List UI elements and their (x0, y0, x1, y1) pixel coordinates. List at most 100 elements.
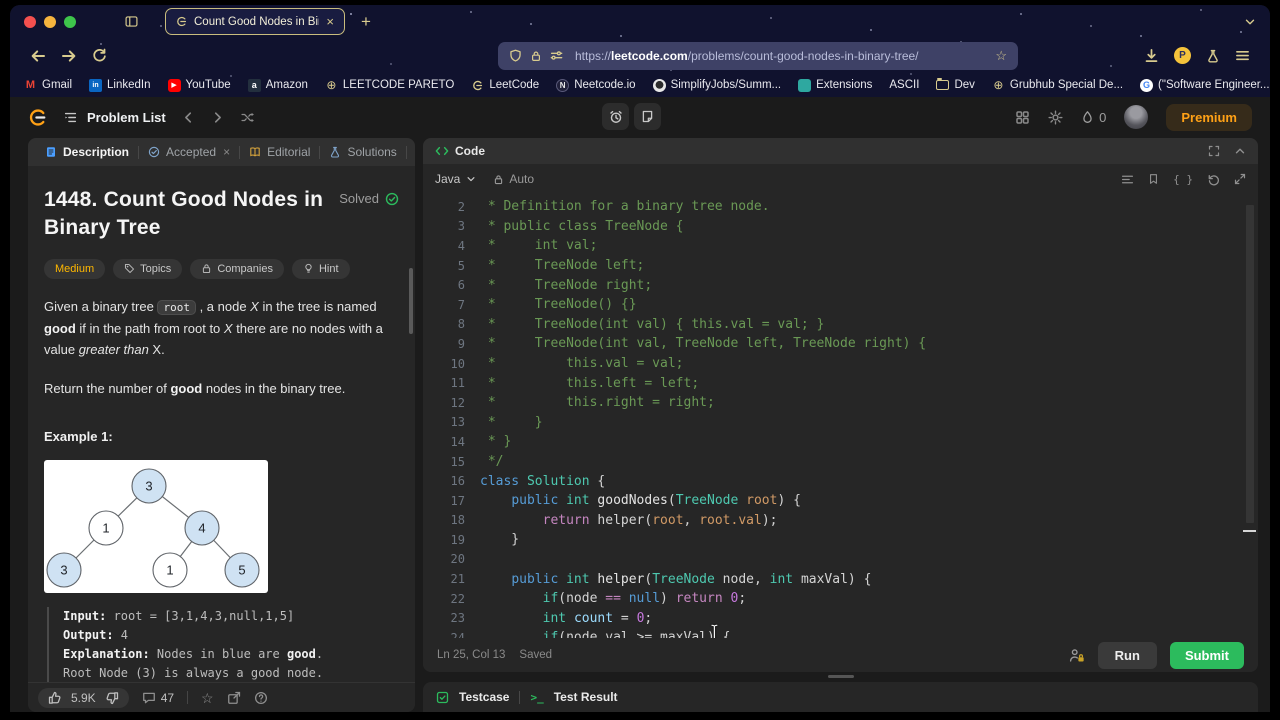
tab-description[interactable]: Description (36, 145, 138, 159)
bookmark-icon[interactable] (1148, 173, 1159, 185)
submit-button[interactable]: Submit (1169, 641, 1244, 669)
timer-button[interactable] (602, 103, 629, 130)
bookmark-item[interactable]: ⊕ LEETCODE PARETO (325, 78, 454, 92)
bookmark-item[interactable]: N Neetcode.io (556, 78, 636, 92)
code-line[interactable]: 22 if(node == null) return 0; (423, 589, 1258, 609)
downloads-icon[interactable] (1144, 48, 1159, 63)
bookmark-item[interactable]: G ("Software Engineer... (1140, 78, 1270, 92)
notes-button[interactable] (634, 103, 661, 130)
url-text[interactable]: https://leetcode.com/problems/count-good… (575, 49, 987, 63)
bookmark-item[interactable]: ▶ YouTube (167, 78, 231, 92)
code-line[interactable]: 23 int count = 0; (423, 608, 1258, 628)
run-button[interactable]: Run (1097, 641, 1157, 669)
bookmark-item[interactable]: Dev (936, 78, 975, 91)
prev-problem-icon[interactable] (182, 111, 195, 124)
bookmark-item[interactable]: Extensions (798, 78, 872, 92)
expand-icon[interactable] (1234, 173, 1246, 185)
tab-list-chevron-icon[interactable] (1244, 16, 1256, 28)
leetcode-logo[interactable] (28, 108, 47, 127)
browser-tab[interactable]: Count Good Nodes in Binary Tre × (165, 8, 345, 35)
next-problem-icon[interactable] (211, 111, 224, 124)
code-line[interactable]: 2 * Definition for a binary tree node. (423, 197, 1258, 217)
forward-icon[interactable] (61, 48, 77, 64)
back-icon[interactable] (30, 48, 46, 64)
thumbs-down-icon[interactable] (105, 691, 119, 705)
code-line[interactable]: 16 class Solution { (423, 471, 1258, 491)
badge-medium[interactable]: Medium (44, 258, 106, 279)
undo-icon[interactable] (1207, 173, 1220, 186)
tab-editorial[interactable]: Editorial (240, 145, 319, 159)
code-line[interactable]: 11 * this.left = left; (423, 373, 1258, 393)
code-line[interactable]: 12 * this.right = right; (423, 393, 1258, 413)
problem-list-button[interactable]: Problem List (63, 110, 166, 125)
reload-icon[interactable] (92, 48, 107, 63)
code-line[interactable]: 13 * } (423, 413, 1258, 433)
lock-icon[interactable] (530, 50, 542, 62)
autocomplete-toggle[interactable]: Auto (493, 172, 534, 186)
bookmark-item[interactable]: in LinkedIn (89, 78, 151, 92)
settings-gear-icon[interactable] (1048, 109, 1063, 125)
bookmark-item[interactable]: LeetCode (471, 79, 539, 92)
window-zoom-button[interactable] (64, 15, 76, 28)
random-problem-icon[interactable] (240, 111, 255, 124)
window-minimize-button[interactable] (44, 15, 56, 28)
code-line[interactable]: 6 * TreeNode right; (423, 275, 1258, 295)
tab-solutions[interactable]: Solutions (320, 145, 405, 159)
extension-flask-icon[interactable] (1206, 49, 1220, 63)
code-line[interactable]: 7 * TreeNode() {} (423, 295, 1258, 315)
description-scrollbar[interactable] (409, 268, 413, 334)
tab-close-icon[interactable]: × (326, 15, 334, 28)
premium-button[interactable]: Premium (1166, 103, 1252, 131)
editor-scrollbar[interactable] (1246, 205, 1254, 523)
code-line[interactable]: 18 return helper(root, root.val); (423, 511, 1258, 531)
bookmark-item[interactable]: SimplifyJobs/Summ... (652, 78, 781, 92)
comments-button[interactable]: 47 (142, 691, 174, 705)
sidebar-toggle-icon[interactable] (124, 15, 139, 28)
code-editor[interactable]: 2 * Definition for a binary tree node. 3 … (423, 194, 1258, 638)
panel-resize-handle[interactable] (827, 675, 854, 678)
new-tab-button[interactable]: + (361, 13, 371, 30)
permissions-icon[interactable] (550, 49, 563, 62)
fullscreen-icon[interactable] (1208, 145, 1220, 157)
url-bar[interactable]: https://leetcode.com/problems/count-good… (498, 41, 1018, 70)
favorite-star-icon[interactable]: ☆ (201, 691, 214, 705)
badge-companies[interactable]: Companies (190, 258, 284, 279)
streak-counter[interactable]: 0 (1081, 110, 1106, 125)
bookmark-item[interactable]: ⊕ Grubhub Special De... (992, 78, 1123, 92)
bookmark-item[interactable]: a Amazon (247, 78, 308, 92)
language-selector[interactable]: Java (435, 172, 476, 186)
tab-test-result[interactable]: Test Result (554, 690, 618, 704)
code-line[interactable]: 21 public int helper(TreeNode node, int … (423, 569, 1258, 589)
code-line[interactable]: 19 } (423, 530, 1258, 550)
code-line[interactable]: 15 */ (423, 452, 1258, 472)
share-icon[interactable] (227, 691, 241, 705)
tab-testcase[interactable]: Testcase (459, 690, 509, 704)
badge-topics[interactable]: Topics (113, 258, 183, 279)
thumbs-up-icon[interactable] (48, 691, 62, 705)
braces-icon[interactable]: { } (1173, 173, 1193, 186)
avatar[interactable] (1124, 105, 1149, 129)
layout-grid-icon[interactable] (1015, 110, 1030, 125)
help-icon[interactable] (254, 691, 268, 705)
tab-close-icon[interactable]: × (223, 145, 230, 159)
shield-icon[interactable] (509, 49, 522, 62)
code-line[interactable]: 24 if(node.val >= maxVal) { (423, 628, 1258, 638)
bookmark-star-icon[interactable]: ☆ (995, 48, 1007, 64)
window-close-button[interactable] (24, 15, 36, 28)
code-line[interactable]: 9 * TreeNode(int val, TreeNode left, Tre… (423, 334, 1258, 354)
collapse-chevron-icon[interactable] (1234, 145, 1246, 157)
menu-icon[interactable] (1235, 48, 1250, 63)
bookmark-item[interactable]: ASCII (889, 79, 919, 91)
code-line[interactable]: 17 public int goodNodes(TreeNode root) { (423, 491, 1258, 511)
code-line[interactable]: 4 * int val; (423, 236, 1258, 256)
pocket-icon[interactable]: P (1174, 47, 1191, 64)
code-line[interactable]: 20 (423, 550, 1258, 570)
bookmark-item[interactable]: M Gmail (24, 79, 72, 92)
badge-hint[interactable]: Hint (291, 258, 350, 279)
code-line[interactable]: 10 * this.val = val; (423, 354, 1258, 374)
code-line[interactable]: 14 * } (423, 432, 1258, 452)
code-line[interactable]: 5 * TreeNode left; (423, 256, 1258, 276)
code-line[interactable]: 3 * public class TreeNode { (423, 217, 1258, 237)
tab-accepted[interactable]: Accepted × (139, 145, 239, 159)
format-icon[interactable] (1121, 173, 1134, 186)
